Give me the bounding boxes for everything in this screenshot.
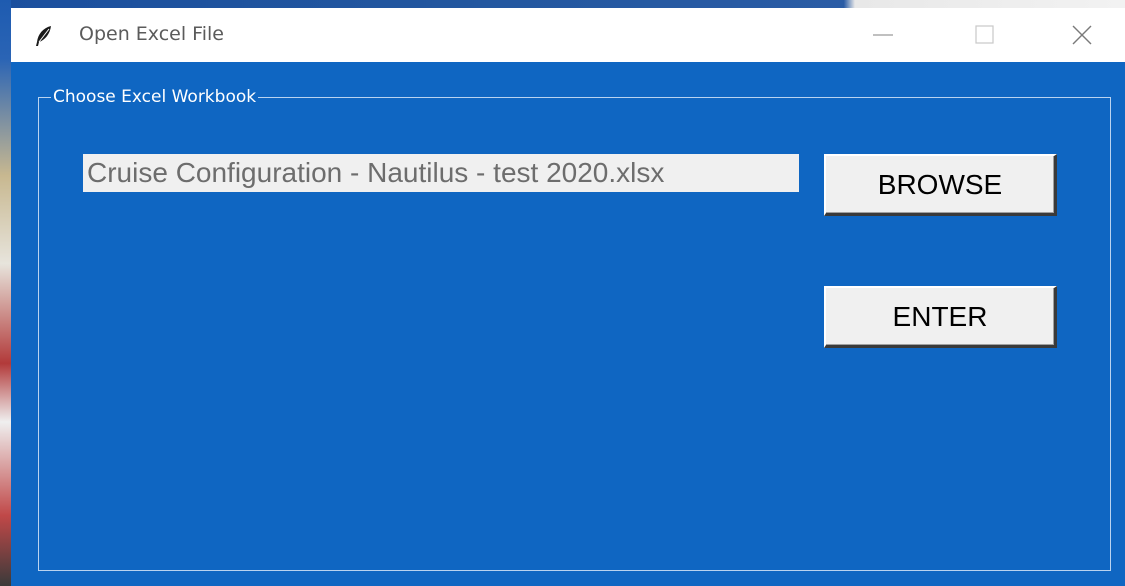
window-title: Open Excel File [79, 23, 224, 45]
open-excel-window: Open Excel File Choose Excel Workbook BR… [11, 8, 1125, 586]
feather-icon [33, 25, 55, 47]
title-bar[interactable]: Open Excel File [11, 8, 1125, 62]
close-button[interactable] [1055, 8, 1109, 62]
background-desktop-left [0, 0, 11, 586]
enter-button[interactable]: ENTER [824, 286, 1057, 348]
background-desktop-top [0, 0, 1125, 8]
maximize-icon [975, 25, 994, 44]
maximize-button[interactable] [958, 8, 1012, 62]
minimize-button[interactable] [856, 8, 910, 62]
file-path-input[interactable] [83, 154, 799, 192]
close-icon [1072, 25, 1092, 45]
browse-button[interactable]: BROWSE [824, 154, 1057, 216]
groupbox-label: Choose Excel Workbook [51, 86, 259, 108]
minimize-icon [873, 34, 893, 36]
